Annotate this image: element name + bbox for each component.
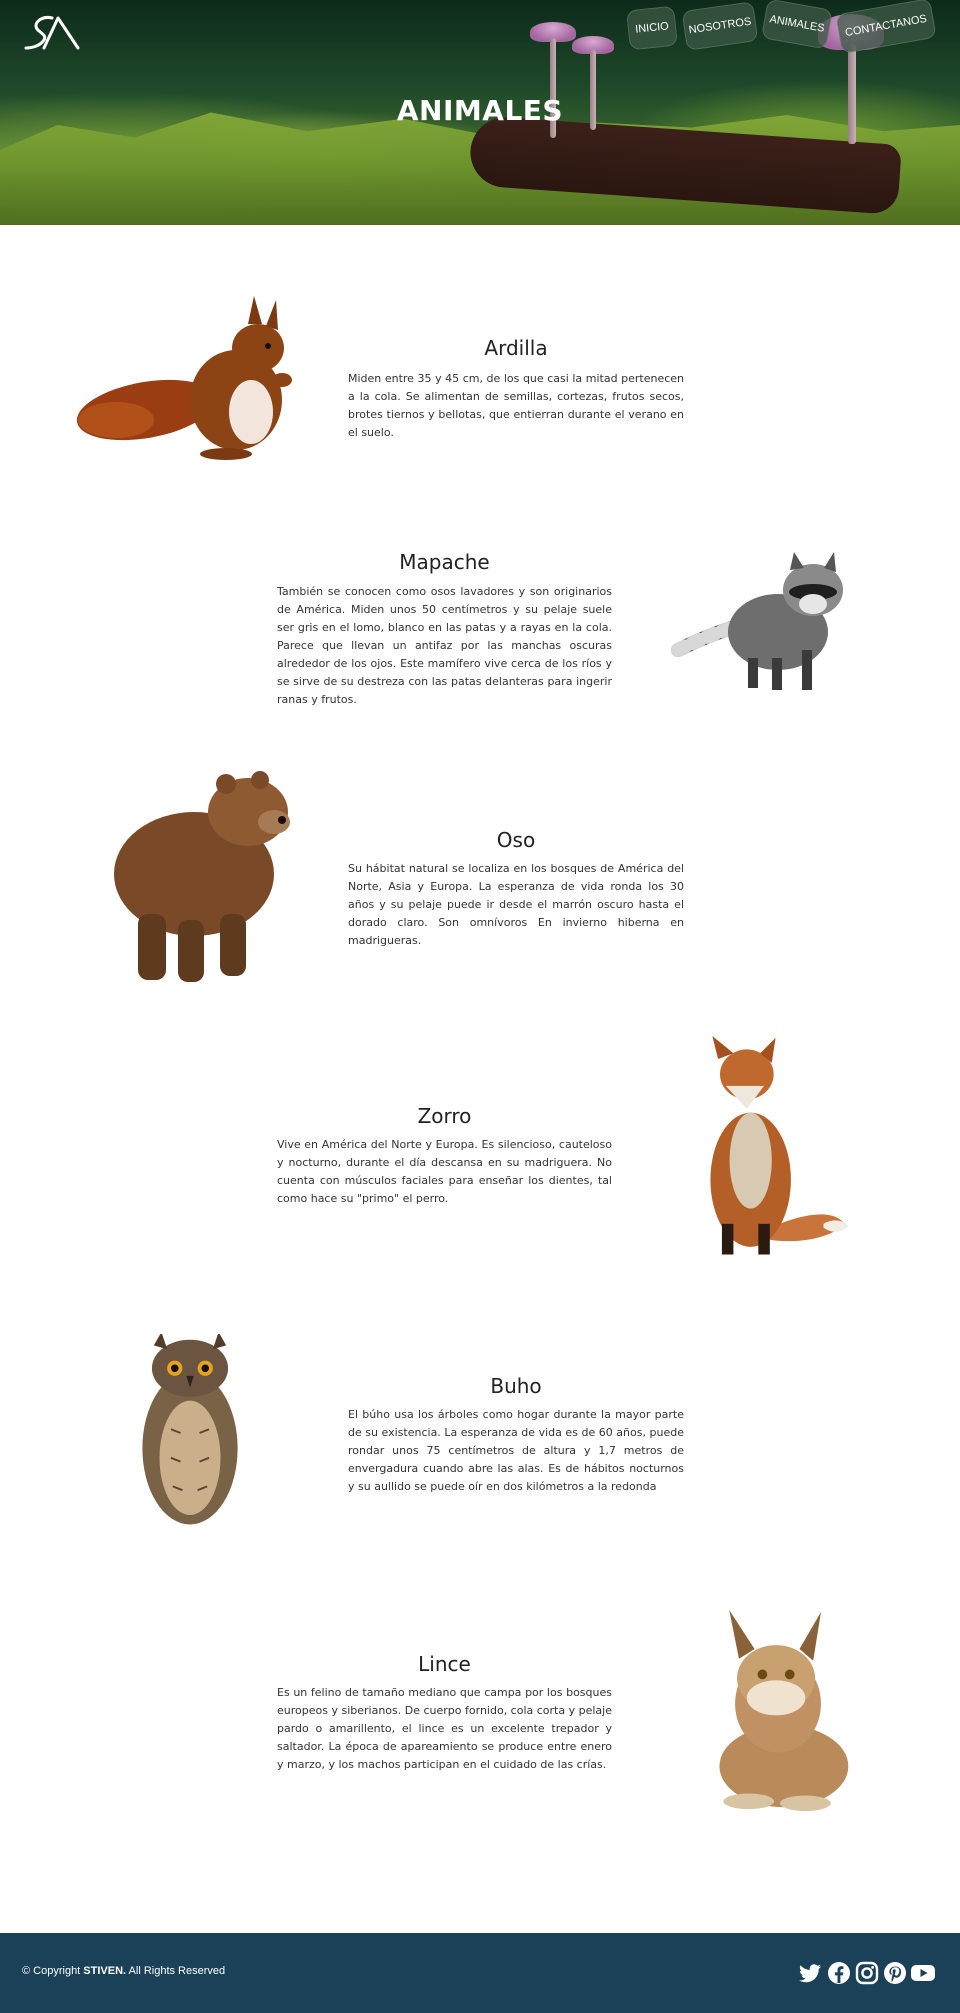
animal-section-oso: Oso Su hábitat natural se localiza en lo… [0, 760, 960, 1000]
animal-description: Es un felino de tamaño mediano que campa… [277, 1686, 612, 1771]
animal-section-mapache: Mapache También se conocen como osos lav… [0, 530, 960, 730]
animal-section-buho: Buho El búho usa los árboles como hogar … [0, 1300, 960, 1540]
animal-description: También se conocen como osos lavadores y… [277, 585, 612, 706]
animal-title: Zorro [417, 1104, 472, 1128]
hero-banner: ANIMALES INICIO NOSOTROS ANIMALES CONTAC… [0, 0, 960, 225]
youtube-icon[interactable] [910, 1961, 936, 1985]
twitter-icon[interactable] [798, 1961, 822, 1985]
animal-description: Vive en América del Norte y Europa. Es s… [277, 1138, 612, 1205]
animal-description: Miden entre 35 y 45 cm, de los que casi … [348, 372, 684, 439]
animal-title: Lince [418, 1652, 471, 1676]
owl-image [142, 1334, 238, 1525]
animal-section-lince: Lince Es un felino de tamaño mediano que… [0, 1580, 960, 1820]
copyright-suffix: All Rights Reserved [126, 1965, 226, 1977]
animal-section-zorro: Zorro Vive en América del Norte y Europa… [0, 1030, 960, 1270]
lynx-image [719, 1610, 849, 1812]
animal-description: Su hábitat natural se localiza en los bo… [348, 862, 684, 947]
animal-title: Ardilla [484, 336, 548, 360]
nav-item-contactanos[interactable]: CONTACTANOS [835, 0, 937, 55]
bear-image [114, 771, 290, 982]
animal-description: El búho usa los árboles como hogar duran… [348, 1408, 684, 1493]
animal-title: Mapache [399, 550, 490, 574]
page-title: ANIMALES [396, 94, 564, 127]
animal-title: Oso [496, 828, 536, 852]
animal-title: Buho [490, 1374, 542, 1398]
fox-image [710, 1036, 849, 1255]
copyright-text: © Copyright STIVEN. All Rights Reserved [22, 1965, 225, 1977]
squirrel-image [76, 296, 292, 460]
pinterest-icon[interactable] [883, 1961, 907, 1985]
main-nav: INICIO NOSOTROS ANIMALES CONTACTANOS [0, 0, 960, 60]
raccoon-image [671, 552, 843, 690]
nav-item-nosotros[interactable]: NOSOTROS [681, 1, 759, 51]
site-footer: © Copyright STIVEN. All Rights Reserved [0, 1933, 960, 2013]
nav-item-animales[interactable]: ANIMALES [761, 0, 833, 50]
facebook-icon[interactable] [827, 1961, 851, 1985]
instagram-icon[interactable] [855, 1961, 879, 1985]
animal-section-ardilla: Ardilla Miden entre 35 y 45 cm, de los q… [0, 280, 960, 480]
nav-item-inicio[interactable]: INICIO [626, 5, 678, 51]
copyright-prefix: © Copyright [22, 1965, 84, 1977]
copyright-name: STIVEN. [83, 1965, 127, 1977]
